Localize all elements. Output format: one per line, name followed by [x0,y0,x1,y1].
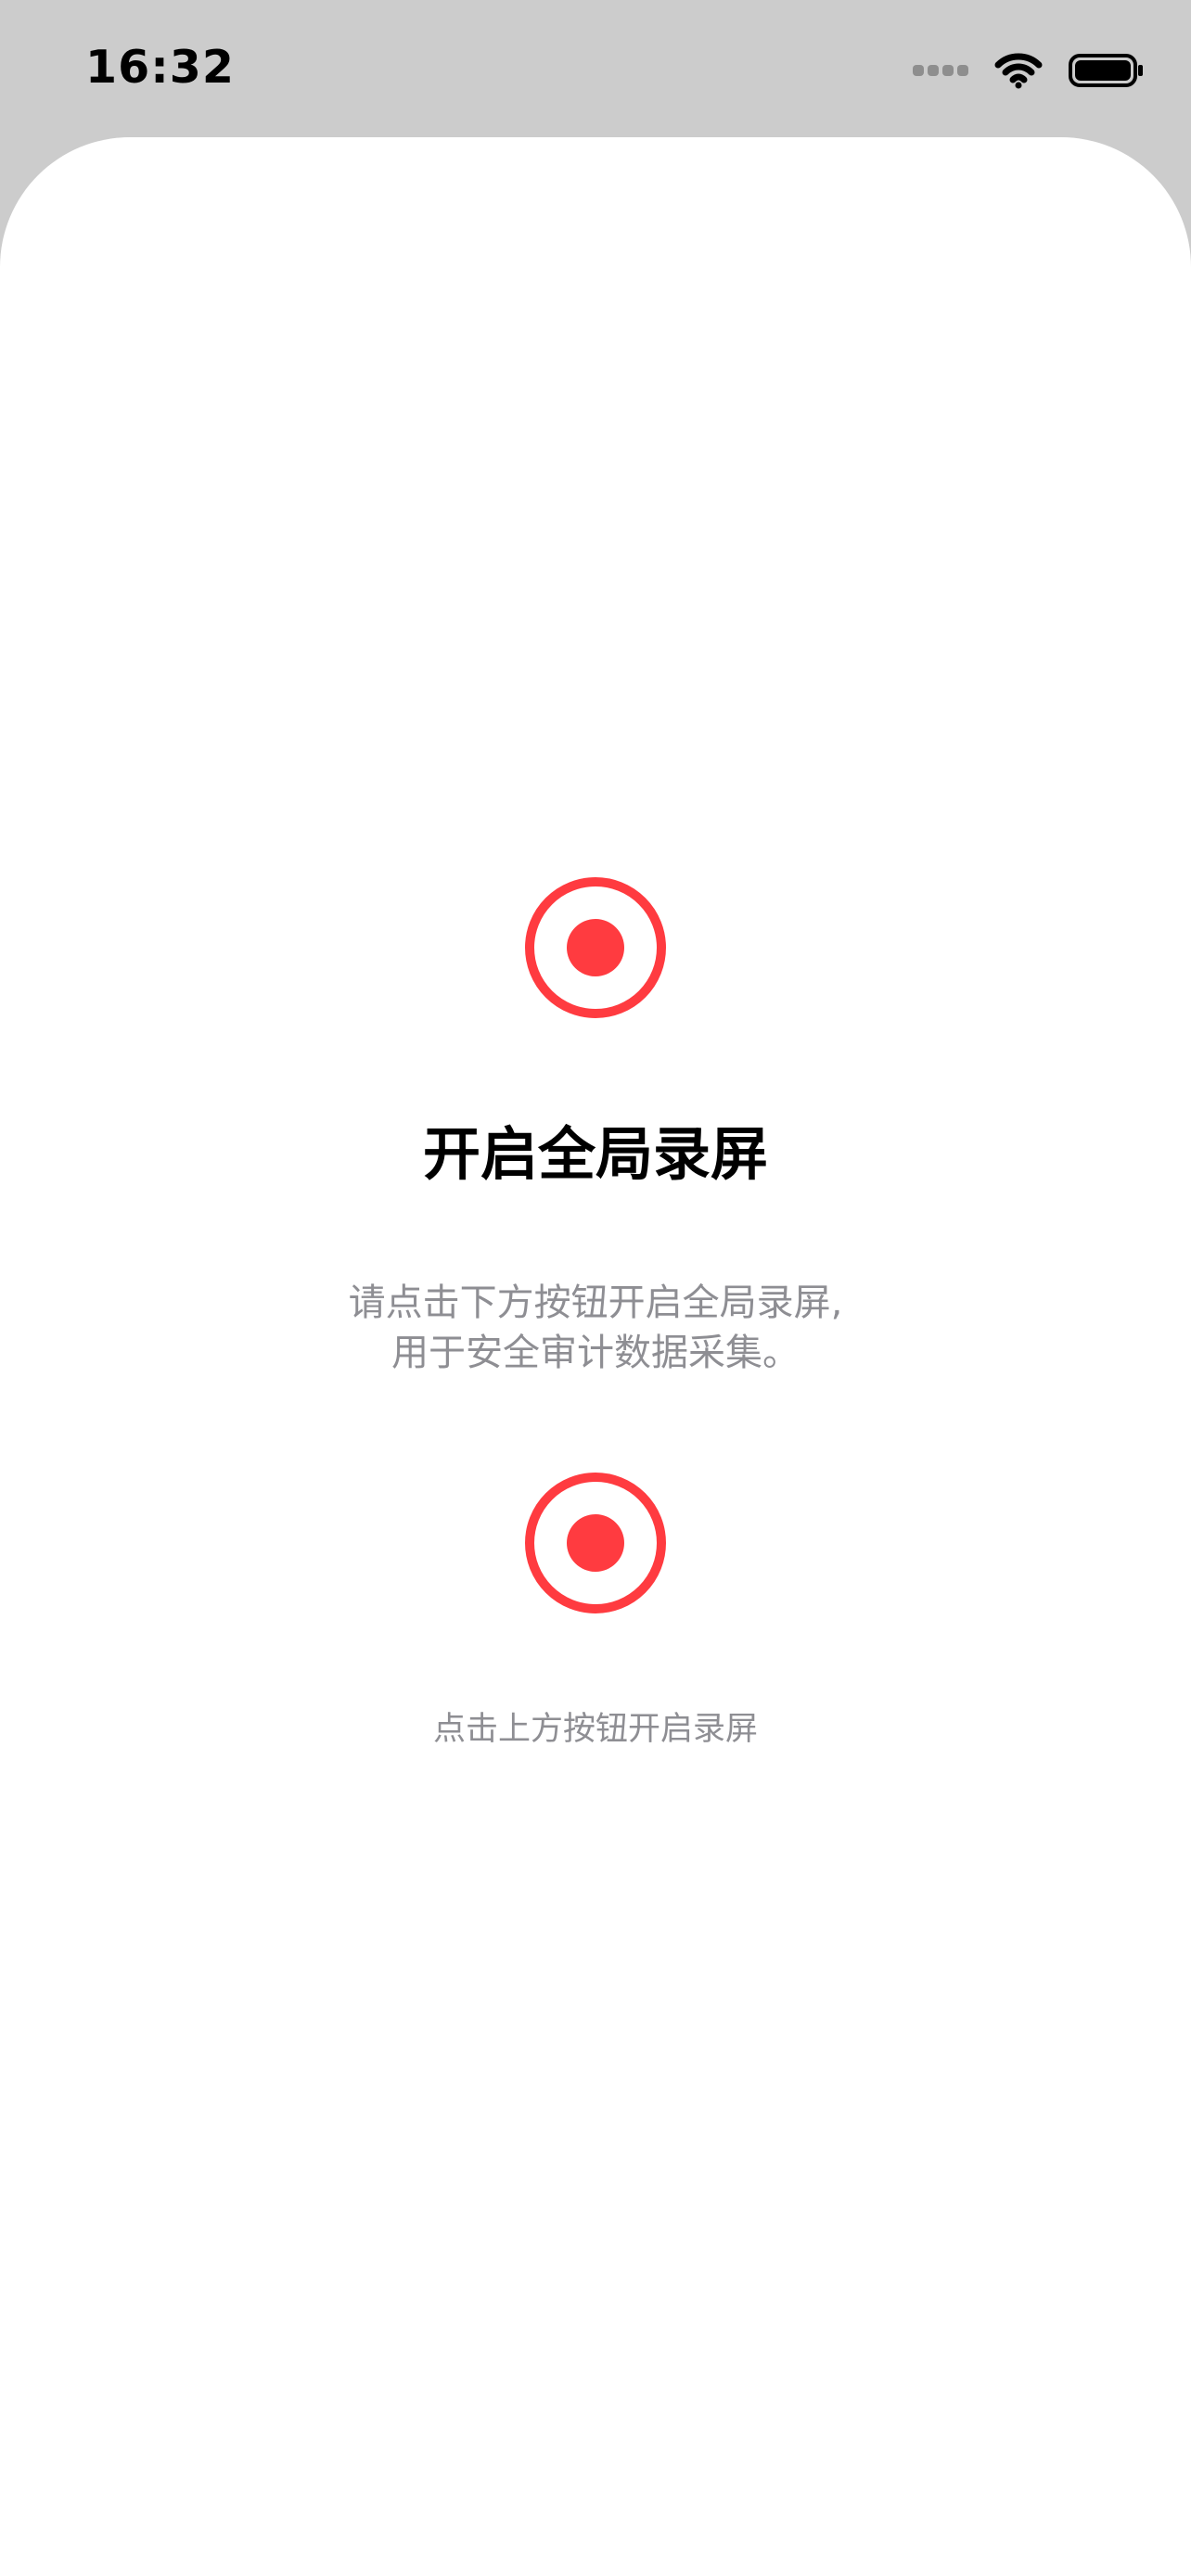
record-icon [525,1473,666,1613]
status-time: 16:32 [85,41,235,94]
cellular-icon [913,46,968,95]
page-title: 开启全局录屏 [422,1120,768,1188]
record-icon [521,874,670,1022]
status-bar: 16:32 [0,0,1191,139]
wifi-icon [994,52,1043,89]
page-description: 请点击下方按钮开启全局录屏, 用于安全审计数据采集。 [0,1278,1191,1378]
start-recording-button[interactable] [521,1469,670,1617]
battery-icon [1069,52,1145,89]
description-line: 用于安全审计数据采集。 [391,1332,800,1374]
status-icons [913,46,1145,95]
hint-text: 点击上方按钮开启录屏 [432,1711,758,1748]
description-line: 请点击下方按钮开启全局录屏, [348,1282,843,1324]
